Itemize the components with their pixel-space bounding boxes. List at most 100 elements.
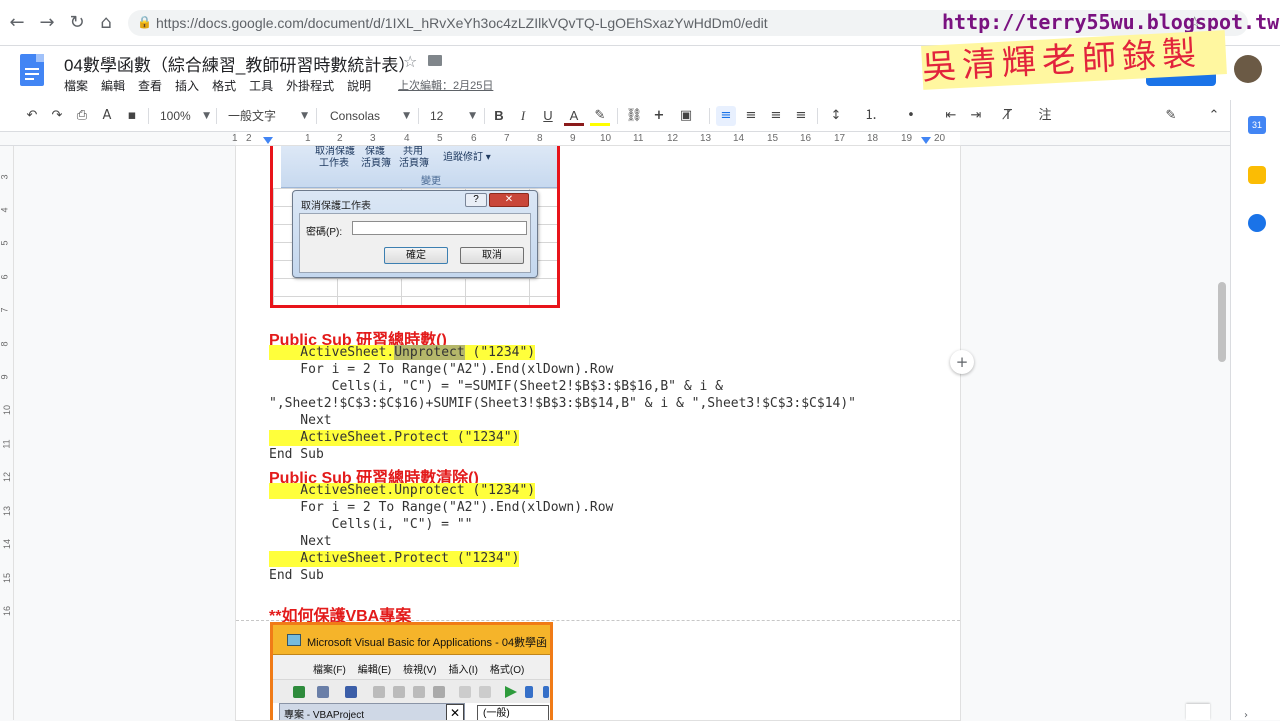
- redo-icon: [479, 686, 491, 698]
- print-icon[interactable]: ⎙: [72, 106, 92, 126]
- underline-button[interactable]: U: [539, 106, 557, 126]
- code-line: ",Sheet2!$C$3:$C$16)+SUMIF(Sheet3!$B$3:$…: [269, 396, 856, 411]
- menu-tools[interactable]: 工具: [249, 77, 273, 94]
- horizontal-ruler[interactable]: 1 2 1 2 3 4 5 6 7 8 9 10 11 12 13 14 15 …: [0, 132, 1230, 146]
- undo-icon[interactable]: ↶: [22, 106, 42, 126]
- vruler-tick: 3: [0, 174, 10, 180]
- excel-icon: [293, 686, 305, 698]
- link-icon[interactable]: ⛓: [624, 106, 644, 126]
- font-size-select[interactable]: 12 ▼: [430, 106, 476, 126]
- paint-format-icon[interactable]: ▪: [122, 106, 142, 126]
- bold-button[interactable]: B: [490, 106, 508, 126]
- spellcheck-icon[interactable]: A: [97, 106, 117, 126]
- ribbon-label: 追蹤修訂 ▾: [443, 152, 491, 163]
- menu-format[interactable]: 格式: [212, 77, 236, 94]
- ruler-tick: 20: [934, 133, 946, 144]
- menu-view[interactable]: 查看: [138, 77, 162, 94]
- avatar[interactable]: [1234, 55, 1262, 83]
- docs-logo-icon[interactable]: [20, 54, 44, 86]
- code-line: Cells(i, "C") = "": [269, 517, 473, 532]
- pause-icon: [525, 686, 533, 698]
- chevron-right-icon[interactable]: ›: [1244, 710, 1248, 721]
- font-select[interactable]: Consolas ▼: [330, 106, 410, 126]
- menu-file[interactable]: 檔案: [64, 77, 88, 94]
- chevron-down-icon: ▼: [203, 111, 210, 121]
- code-line: For i = 2 To Range("A2").End(xlDown).Row: [269, 362, 614, 377]
- vba-toolbar: [273, 679, 550, 703]
- side-panel: 31: [1230, 100, 1280, 720]
- vruler-tick: 10: [2, 404, 13, 416]
- back-icon[interactable]: ←: [6, 12, 28, 34]
- vba-menubar: 檔案(F) 編輯(E) 檢視(V) 插入(I) 格式(O): [273, 655, 550, 679]
- vba-screenshot[interactable]: Microsoft Visual Basic for Applications …: [270, 622, 553, 720]
- url-text[interactable]: https://docs.google.com/document/d/1IXL_…: [156, 15, 768, 31]
- ruler-tick: 2: [337, 133, 343, 144]
- add-comment-icon[interactable]: +: [649, 106, 669, 126]
- folder-icon[interactable]: [428, 55, 442, 66]
- redo-icon[interactable]: ↷: [47, 106, 67, 126]
- ruler-tick: 6: [471, 133, 477, 144]
- style-select[interactable]: 一般文字 ▼: [228, 106, 308, 126]
- excel-ribbon: 取消保護 保護 共用 工作表 活頁簿 活頁簿 追蹤修訂 ▾ 變更: [281, 146, 557, 188]
- tasks-icon[interactable]: [1248, 214, 1266, 232]
- ruler-tick: 3: [370, 133, 376, 144]
- italic-button[interactable]: I: [514, 106, 532, 126]
- unprotect-sheet-dialog: 取消保護工作表 ? ✕ 密碼(P): 確定 取消: [292, 190, 538, 278]
- decrease-indent-icon[interactable]: ⇤: [941, 106, 961, 126]
- ruler-tick: 8: [537, 133, 543, 144]
- zoom-select[interactable]: 100% ▼: [160, 106, 210, 126]
- line-spacing-icon[interactable]: ↕: [826, 106, 846, 126]
- explore-button[interactable]: [1186, 704, 1210, 720]
- close-icon: ✕: [489, 193, 529, 207]
- ok-button: 確定: [384, 247, 448, 264]
- justify-button[interactable]: ≡: [791, 106, 811, 126]
- clear-formatting-icon[interactable]: T̸: [998, 106, 1018, 126]
- keep-icon[interactable]: [1248, 166, 1266, 184]
- right-indent-marker[interactable]: [921, 137, 931, 144]
- forward-icon[interactable]: →: [36, 12, 58, 34]
- insert-image-icon[interactable]: ▣: [673, 106, 699, 126]
- vruler-tick: 8: [0, 341, 10, 347]
- calendar-icon[interactable]: 31: [1248, 116, 1266, 134]
- vba-project-title: 專案 - VBAProject: [284, 710, 365, 720]
- star-icon[interactable]: ☆: [403, 52, 417, 71]
- input-tools-button[interactable]: 注: [1034, 106, 1056, 126]
- vertical-scrollbar[interactable]: [1218, 282, 1226, 362]
- menu-insert[interactable]: 插入: [175, 77, 199, 94]
- menu-addons[interactable]: 外掛程式: [286, 77, 334, 94]
- editing-mode-icon[interactable]: ✎: [1160, 106, 1182, 126]
- align-left-button[interactable]: ≡: [716, 106, 736, 126]
- text-color-button[interactable]: A: [564, 106, 584, 126]
- align-right-button[interactable]: ≡: [766, 106, 786, 126]
- ruler-tick: 1: [232, 133, 238, 144]
- menu-edit[interactable]: 編輯: [101, 77, 125, 94]
- increase-indent-icon[interactable]: ⇥: [966, 106, 986, 126]
- collapse-menu-icon[interactable]: ⌃: [1204, 106, 1224, 126]
- ruler-tick: 11: [633, 133, 644, 144]
- left-indent-marker[interactable]: [263, 137, 273, 144]
- highlight-color-button[interactable]: ✎: [590, 106, 610, 126]
- vruler-tick: 9: [0, 374, 10, 380]
- menu-help[interactable]: 說明: [347, 77, 371, 94]
- document-title[interactable]: 04數學函數（綜合練習_教師研習時數統計表）: [64, 51, 415, 76]
- ruler-tick: 9: [570, 133, 576, 144]
- add-comment-button[interactable]: +: [950, 350, 974, 374]
- vba-menu-item: 格式(O): [489, 665, 525, 676]
- bulleted-list-icon[interactable]: •: [900, 106, 922, 126]
- numbered-list-icon[interactable]: ⒈: [860, 106, 882, 126]
- font-value: Consolas: [330, 109, 381, 123]
- run-icon: [505, 686, 517, 698]
- align-center-button[interactable]: ≡: [741, 106, 761, 126]
- save-icon: [345, 686, 357, 698]
- code-line: Cells(i, "C") = "=SUMIF(Sheet2!$B$3:$B$1…: [269, 379, 723, 394]
- style-value: 一般文字: [228, 109, 277, 123]
- last-edit-link[interactable]: 上次編輯：2月25日: [398, 77, 493, 93]
- password-label: 密碼(P):: [306, 227, 343, 238]
- vba-menu-item: 插入(I): [448, 665, 478, 676]
- home-icon[interactable]: ⌂: [95, 12, 117, 34]
- vruler-tick: 4: [0, 207, 10, 213]
- code-line: Next: [269, 534, 332, 549]
- vruler-tick: 13: [2, 505, 13, 517]
- reload-icon[interactable]: ↻: [66, 12, 88, 34]
- font-size-value: 12: [430, 109, 444, 123]
